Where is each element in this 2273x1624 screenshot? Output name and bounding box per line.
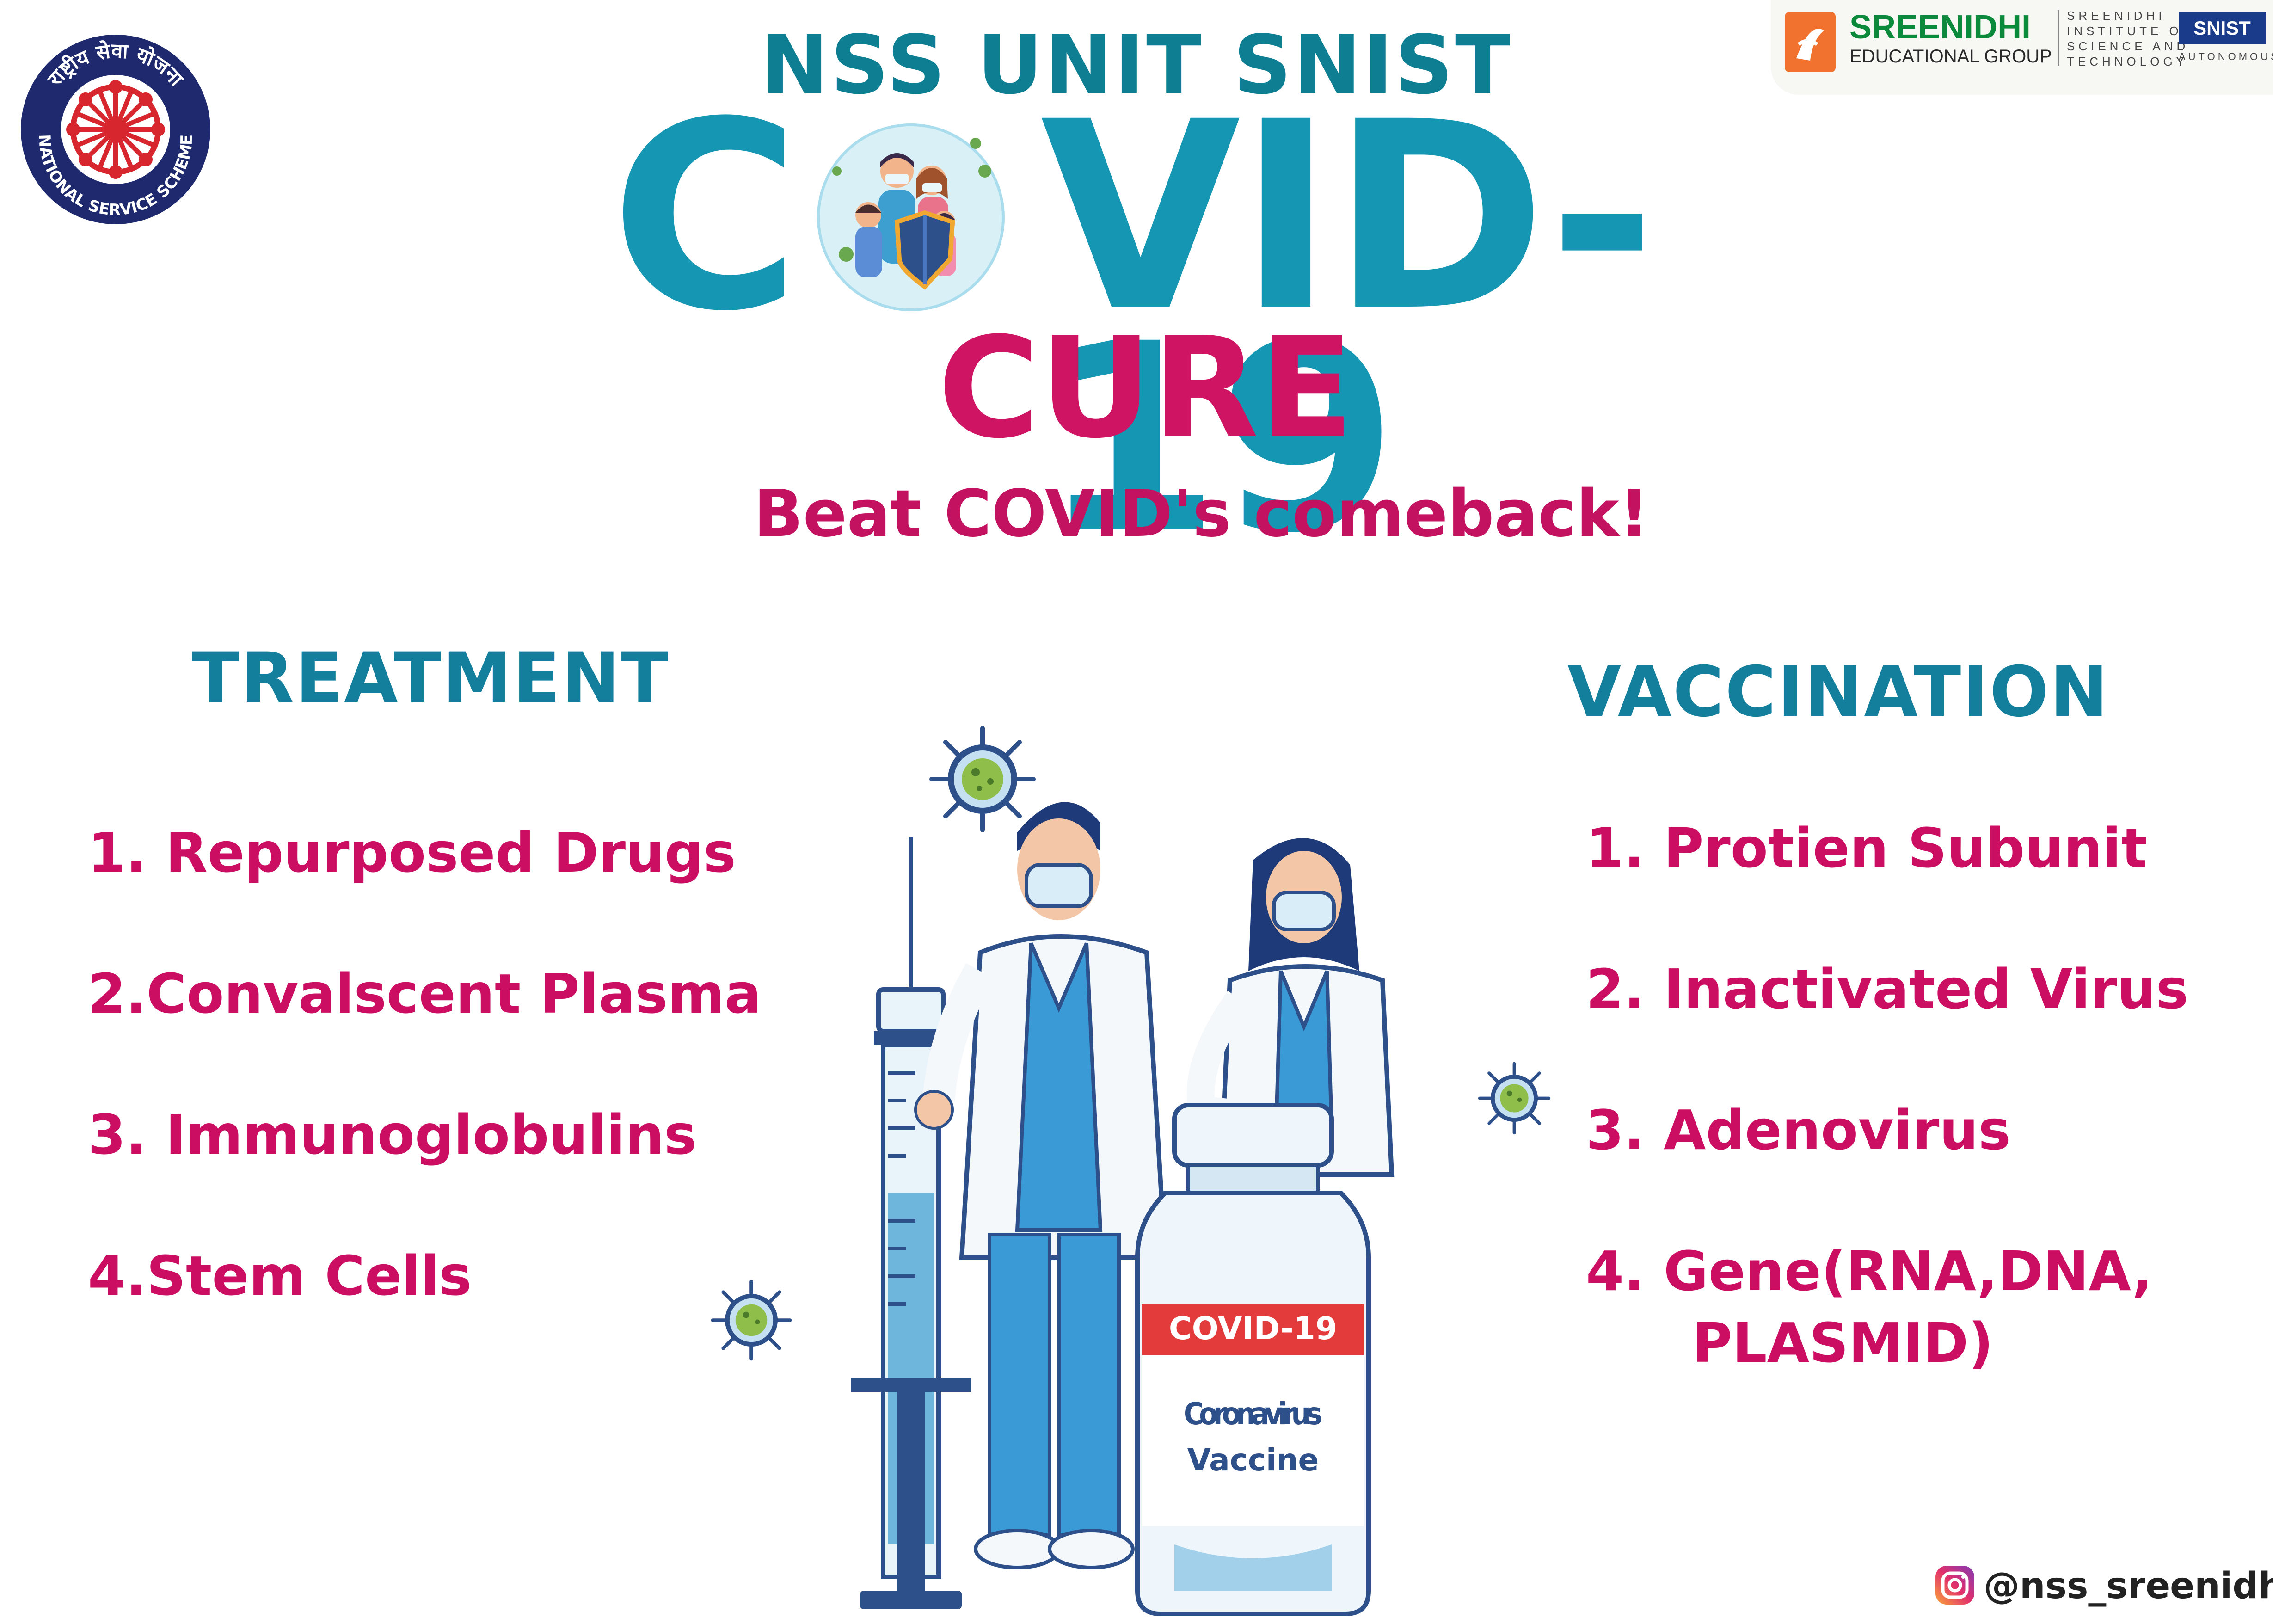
vaccination-item: 3. Adenovirus xyxy=(1586,1098,2011,1162)
covid-title: C VID-19 xyxy=(610,67,1836,569)
vaccination-item: 1. Protien Subunit xyxy=(1586,816,2148,880)
vaccination-item: 4. Gene(RNA,DNA, xyxy=(1586,1239,2153,1303)
vial-line2: Vaccine xyxy=(1187,1442,1319,1478)
vaccination-item: 2. Inactivated Virus xyxy=(1586,957,2189,1021)
instagram-icon xyxy=(1933,1563,1977,1609)
treatment-item: 4.Stem Cells xyxy=(88,1244,472,1308)
covid-title-c: C xyxy=(610,67,800,368)
cure-title: CURE xyxy=(938,308,1354,469)
vaccine-vial: COVID-19 Coronavirus Vaccine xyxy=(1135,1103,1371,1616)
treatment-item: 1. Repurposed Drugs xyxy=(88,821,736,885)
virus-icon xyxy=(707,1276,795,1366)
treatment-item: 3. Immunoglobulins xyxy=(88,1103,697,1167)
vial-label: COVID-19 xyxy=(1169,1310,1337,1347)
treatment-heading: TREATMENT xyxy=(192,638,670,719)
vaccination-heading: VACCINATION xyxy=(1567,652,2110,732)
treatment-item: 2.Convalscent Plasma xyxy=(88,962,762,1026)
family-shield-icon xyxy=(809,116,1013,319)
syringe-icon xyxy=(851,837,971,1609)
instagram-handle[interactable]: @nss_sreenidhi xyxy=(1984,1565,2273,1607)
doctors-vaccine-illustration: COVID-19 Coronavirus Vaccine xyxy=(823,712,1581,1622)
vial-line1: Coronavirus xyxy=(1184,1396,1322,1432)
male-doctor xyxy=(914,802,1168,1569)
vaccination-item: PLASMID) xyxy=(1692,1311,1994,1375)
tagline: Beat COVID's comeback! xyxy=(753,476,1649,552)
